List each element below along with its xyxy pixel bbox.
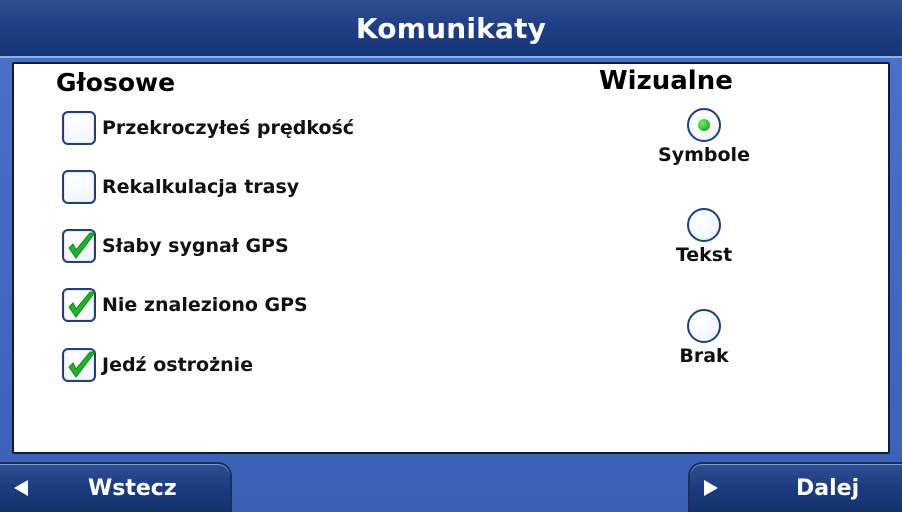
speeding-label: Przekroczyłeś prędkość — [102, 117, 355, 139]
weak-gps-checkbox[interactable] — [62, 229, 97, 263]
no-gps-checkbox[interactable] — [62, 288, 97, 322]
voice-heading: Głosowe — [56, 68, 176, 97]
voice-option-speeding[interactable]: Przekroczyłeś prędkość — [62, 111, 354, 145]
text-radio[interactable] — [687, 208, 721, 242]
checkmark-icon — [68, 232, 97, 259]
visual-option-none[interactable]: Brak — [654, 309, 754, 367]
voice-option-recalculation[interactable]: Rekalkulacja trasy — [62, 170, 299, 204]
screen: Komunikaty Głosowe Wizualne Przekroczyłe… — [0, 0, 902, 512]
none-radio[interactable] — [687, 309, 721, 343]
voice-option-no-gps[interactable]: Nie znaleziono GPS — [62, 288, 308, 322]
next-button-label: Dalej — [796, 475, 860, 501]
symbols-radio[interactable] — [687, 108, 721, 142]
radio-selected-dot — [698, 119, 710, 131]
recalculation-checkbox[interactable] — [62, 170, 96, 204]
voice-option-weak-gps[interactable]: Słaby sygnał GPS — [62, 229, 289, 263]
drive-carefully-checkbox[interactable] — [62, 348, 97, 382]
back-button[interactable]: Wstecz — [0, 462, 232, 512]
settings-panel: Głosowe Wizualne Przekroczyłeś prędkość … — [12, 62, 890, 454]
next-button[interactable]: Dalej — [688, 462, 902, 512]
drive-carefully-label: Jedź ostrożnie — [102, 354, 254, 376]
right-arrow-icon — [704, 480, 718, 496]
checkmark-icon — [68, 291, 97, 318]
back-button-label: Wstecz — [88, 475, 177, 501]
symbols-label: Symbole — [658, 144, 750, 166]
no-gps-label: Nie znaleziono GPS — [102, 294, 308, 316]
visual-heading: Wizualne — [599, 66, 733, 96]
page-title: Komunikaty — [355, 11, 547, 45]
left-arrow-icon — [14, 480, 28, 496]
title-bar: Komunikaty — [0, 0, 902, 58]
recalculation-label: Rekalkulacja trasy — [102, 176, 300, 198]
text-label: Tekst — [675, 244, 733, 266]
visual-option-symbols[interactable]: Symbole — [654, 108, 754, 166]
checkmark-icon — [68, 351, 97, 378]
none-label: Brak — [679, 345, 729, 367]
speeding-checkbox[interactable] — [62, 111, 96, 145]
visual-option-text[interactable]: Tekst — [654, 208, 754, 266]
weak-gps-label: Słaby sygnał GPS — [102, 235, 289, 257]
voice-option-drive-carefully[interactable]: Jedź ostrożnie — [62, 348, 253, 382]
